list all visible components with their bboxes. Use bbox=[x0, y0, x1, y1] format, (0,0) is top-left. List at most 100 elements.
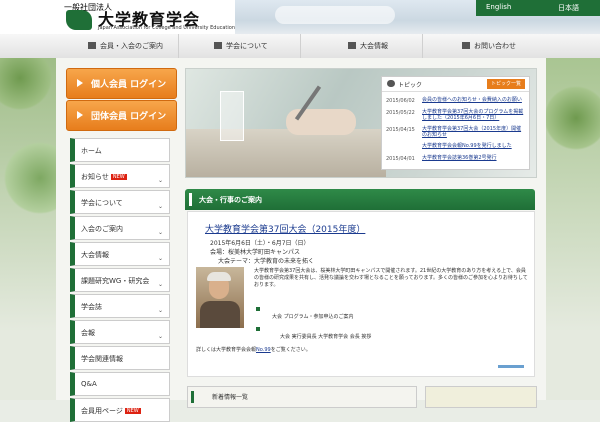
sidemenu-label: お知らせ bbox=[81, 173, 109, 181]
sidemenu-label: Q&A bbox=[81, 380, 97, 388]
section-title: 大会・行事のご案内 bbox=[199, 196, 262, 204]
nav-label: お問い合わせ bbox=[474, 42, 516, 50]
tree-decoration-left bbox=[0, 58, 56, 400]
nav-item-membership[interactable]: 会員・入会のご案内 bbox=[56, 34, 179, 58]
sidemenu-item-conference[interactable]: 大会情報 ⌄ bbox=[70, 242, 170, 266]
photo-hair bbox=[207, 272, 231, 281]
footer-prefix: 詳しくは大学教育学会会報 bbox=[196, 347, 257, 353]
site-logo[interactable]: 一般社団法人 大学教育学会 Japan Association for Coll… bbox=[62, 2, 236, 32]
sidemenu-item-members[interactable]: 会員用ページ NEW bbox=[70, 398, 170, 422]
article-card: 大学教育学会第37回大会（2015年度） 2015年6月6日（土）・6月7日（日… bbox=[187, 211, 535, 377]
nav-item-contact[interactable]: お問い合わせ bbox=[422, 34, 546, 58]
lang-japanese-link[interactable]: 日本語 bbox=[558, 3, 579, 13]
sidemenu-label: 学会について bbox=[81, 199, 123, 207]
sidemenu-label: 大会情報 bbox=[81, 251, 109, 259]
sidemenu-item-qa[interactable]: Q&A bbox=[70, 372, 170, 396]
topic-date: 2015/04/01 bbox=[386, 156, 415, 162]
lang-english-link[interactable]: English bbox=[486, 3, 511, 11]
hero-hand bbox=[286, 109, 356, 135]
topic-row: 2015/04/01 大学教育学会誌第36巻第2号発行 bbox=[382, 152, 529, 165]
read-more-link[interactable] bbox=[498, 365, 524, 368]
chevron-down-icon: ⌄ bbox=[157, 333, 163, 340]
new-badge: NEW bbox=[124, 408, 141, 414]
article-paragraph: 大学教育学会第37回大会は、桜美林大学町田キャンパスで開催されます。21世紀の大… bbox=[254, 268, 528, 288]
topic-date: 2015/06/02 bbox=[386, 98, 415, 104]
nav-label: 大会情報 bbox=[360, 42, 388, 50]
topic-date: 2015/04/15 bbox=[386, 127, 415, 133]
news-accent-bar bbox=[191, 391, 194, 403]
article-venue: 会場：桜美林大学町田キャンパス bbox=[210, 249, 301, 256]
article-date: 2015年6月6日（土）・6月7日（日） bbox=[210, 240, 310, 247]
chevron-down-icon: ⌄ bbox=[157, 307, 163, 314]
topics-panel: トピック トピック一覧 2015/06/02 会員の皆様へのお知らせ・会費納入の… bbox=[381, 76, 530, 170]
nav-item-conference[interactable]: 大会情報 bbox=[300, 34, 423, 58]
group-login-label: 団体会員 ログイン bbox=[91, 112, 167, 122]
chevron-down-icon: ⌄ bbox=[157, 203, 163, 210]
group-login-button[interactable]: 団体会員 ログイン bbox=[66, 100, 177, 131]
sidemenu-item-journal[interactable]: 学会誌 ⌄ bbox=[70, 294, 170, 318]
speaker-photo bbox=[196, 267, 244, 328]
speech-bubble-icon bbox=[387, 80, 395, 87]
topic-row: 2015/05/22 大学教育学会第37回大会のプログラムを掲載しました（201… bbox=[382, 106, 529, 121]
nav-item-about[interactable]: 学会について bbox=[178, 34, 301, 58]
chevron-down-icon: ⌄ bbox=[157, 229, 163, 236]
article-bullet-2: 大会 実行委員長 大学教育学会 会長 挨拶 bbox=[280, 334, 372, 340]
org-name-en: Japan Association for College and Univer… bbox=[98, 25, 236, 31]
logo-mark bbox=[66, 10, 92, 30]
sidemenu-item-home[interactable]: ホーム bbox=[70, 138, 170, 162]
sidemenu-item-about[interactable]: 学会について ⌄ bbox=[70, 190, 170, 214]
sidemenu-item-bulletin[interactable]: 会報 ⌄ bbox=[70, 320, 170, 344]
news-box: 新着情報一覧 bbox=[187, 386, 417, 408]
bulletin-link[interactable]: No.99 bbox=[256, 347, 271, 353]
nav-label: 学会について bbox=[226, 42, 268, 50]
sidemenu-item-join[interactable]: 入会のご案内 ⌄ bbox=[70, 216, 170, 240]
topic-link[interactable]: 大学教育学会会報No.99を発行しました bbox=[422, 143, 526, 149]
section-header: 大会・行事のご案内 bbox=[185, 189, 535, 210]
language-switch: English 日本語 bbox=[476, 0, 600, 16]
article-footer: 詳しくは大学教育学会会報No.99をご覧ください。 bbox=[196, 346, 311, 353]
sidemenu-label: 学会誌 bbox=[81, 303, 102, 311]
photo-body bbox=[200, 301, 240, 328]
personal-login-button[interactable]: 個人会員 ログイン bbox=[66, 68, 177, 99]
mail-icon bbox=[462, 42, 470, 49]
sidemenu-label: 学会関連情報 bbox=[81, 355, 123, 363]
sidemenu-label: ホーム bbox=[81, 147, 102, 155]
personal-login-label: 個人会員 ログイン bbox=[91, 80, 167, 90]
edit-icon bbox=[348, 42, 356, 49]
article-title-link[interactable]: 大学教育学会第37回大会（2015年度） bbox=[205, 222, 365, 235]
hero-hourglass bbox=[220, 91, 244, 141]
bullet-square-icon bbox=[256, 307, 260, 311]
tree-decoration-right bbox=[546, 58, 600, 400]
site-header: 一般社団法人 大学教育学会 Japan Association for Coll… bbox=[0, 0, 600, 34]
topic-link[interactable]: 大学教育学会第37回大会のプログラムを掲載しました（2015年6月6日・7日） bbox=[422, 109, 526, 121]
chevron-down-icon: ⌄ bbox=[157, 281, 163, 288]
sidemenu-label: 会員用ページ bbox=[81, 407, 123, 415]
sitemap-icon bbox=[88, 42, 96, 49]
new-badge: NEW bbox=[110, 174, 127, 180]
topics-list-button[interactable]: トピック一覧 bbox=[486, 79, 525, 89]
article-theme: 大会テーマ：大学教育の未来を拓く bbox=[218, 258, 315, 265]
side-banner-box[interactable] bbox=[425, 386, 537, 408]
chevron-down-icon: ⌄ bbox=[157, 255, 163, 262]
section-accent-bar bbox=[189, 193, 192, 206]
topic-link[interactable]: 大学教育学会第37回大会（2015年度）開催のお知らせ bbox=[422, 126, 526, 138]
arrow-right-icon bbox=[77, 111, 83, 119]
nav-label: 会員・入会のご案内 bbox=[100, 42, 163, 50]
topic-link[interactable]: 会員の皆様へのお知らせ・会費納入のお願い bbox=[422, 97, 526, 103]
topics-header: トピック トピック一覧 bbox=[382, 77, 529, 92]
sidemenu-item-wg[interactable]: 課題研究WG・研究会 ⌄ bbox=[70, 268, 170, 292]
sidemenu-item-news[interactable]: お知らせ NEW ⌄ bbox=[70, 164, 170, 188]
topics-title: トピック bbox=[398, 82, 423, 89]
chevron-down-icon: ⌄ bbox=[157, 177, 163, 184]
article-bullet-1: 大会 プログラム・参加申込のご案内 bbox=[272, 314, 354, 320]
sidemenu-item-related[interactable]: 学会関連情報 bbox=[70, 346, 170, 370]
topic-row: 2015/04/15 大学教育学会第37回大会（2015年度）開催のお知らせ bbox=[382, 123, 529, 138]
hero-desk bbox=[186, 129, 386, 177]
sidemenu-label: 課題研究WG・研究会 bbox=[81, 277, 150, 285]
pencil-icon bbox=[214, 42, 222, 49]
topic-link[interactable]: 大学教育学会誌第36巻第2号発行 bbox=[422, 155, 526, 161]
sidemenu-label: 入会のご案内 bbox=[81, 225, 123, 233]
bullet-square-icon bbox=[256, 327, 260, 331]
topic-date: 2015/05/22 bbox=[386, 110, 415, 116]
arrow-right-icon bbox=[77, 79, 83, 87]
